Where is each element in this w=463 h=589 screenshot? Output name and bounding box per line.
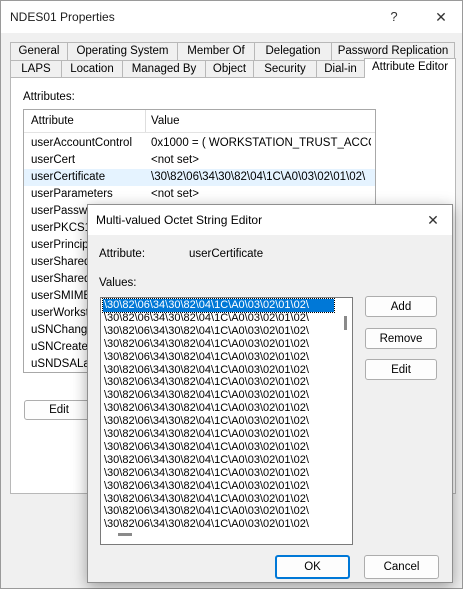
value-list-item[interactable]: \30\82\06\34\30\82\04\1C\A0\03\02\01\02\ (103, 364, 334, 377)
vertical-scrollbar[interactable] (341, 298, 351, 528)
value-list-item[interactable]: \30\82\06\34\30\82\04\1C\A0\03\02\01\02\ (103, 454, 334, 467)
tab-object[interactable]: Object (205, 60, 254, 78)
edit-button[interactable]: Edit (24, 400, 94, 420)
ok-button[interactable]: OK (275, 555, 350, 579)
tab-location[interactable]: Location (61, 60, 123, 78)
attribute-row[interactable]: userCertificate \30\82\06\34\30\82\04\1C\… (24, 169, 375, 186)
tab-attribute-editor[interactable]: Attribute Editor (364, 58, 456, 78)
value-list-item[interactable]: \30\82\06\34\30\82\04\1C\A0\03\02\01\02\ (103, 415, 334, 428)
edit-value-button[interactable]: Edit (365, 359, 437, 380)
tab-general[interactable]: General (10, 42, 68, 60)
dialog-title-bar: Multi-valued Octet String Editor ✕ (88, 205, 452, 235)
value-list-item[interactable]: \30\82\06\34\30\82\04\1C\A0\03\02\01\02\ (102, 298, 335, 313)
column-separator[interactable] (145, 110, 146, 132)
vertical-scroll-thumb[interactable] (344, 316, 347, 330)
attribute-name: userAccountControl (31, 137, 132, 149)
attribute-name: userCertificate (31, 171, 106, 183)
value-list-item[interactable]: \30\82\06\34\30\82\04\1C\A0\03\02\01\02\ (103, 402, 334, 415)
value-list-item[interactable]: \30\82\06\34\30\82\04\1C\A0\03\02\01\02\ (103, 467, 334, 480)
window-title: NDES01 Properties (10, 10, 115, 24)
tab-operating-system[interactable]: Operating System (67, 42, 178, 60)
tab-delegation[interactable]: Delegation (254, 42, 332, 60)
value-list-item[interactable]: \30\82\06\34\30\82\04\1C\A0\03\02\01\02\ (103, 493, 334, 506)
title-bar: NDES01 Properties ? ✕ (1, 1, 462, 33)
dialog-title: Multi-valued Octet String Editor (96, 213, 263, 227)
value-list-item[interactable]: \30\82\06\34\30\82\04\1C\A0\03\02\01\02\ (103, 480, 334, 493)
attribute-name: userParameters (31, 188, 113, 200)
value-list-item[interactable]: \30\82\06\34\30\82\04\1C\A0\03\02\01\02\ (103, 441, 334, 454)
attribute-row[interactable]: userParameters <not set> (24, 186, 375, 203)
attribute-value: \30\82\06\34\30\82\04\1C\A0\03\02\01\02\ (151, 171, 366, 183)
value-list-item[interactable]: \30\82\06\34\30\82\04\1C\A0\03\02\01\02\ (103, 325, 334, 338)
value-list-item[interactable]: \30\82\06\34\30\82\04\1C\A0\03\02\01\02\ (103, 338, 334, 351)
help-button[interactable]: ? (379, 3, 409, 31)
attribute-value: 0x1000 = ( WORKSTATION_TRUST_ACCOUNT ) (151, 137, 371, 149)
attribute-name: userCert (31, 154, 76, 166)
attribute-value: <not set> (151, 188, 199, 200)
attributes-list-header: Attribute Value (24, 110, 375, 133)
tab-managed-by[interactable]: Managed By (122, 60, 206, 78)
attribute-name: uSNCreated (31, 341, 95, 353)
attributes-label: Attributes: (23, 91, 75, 103)
value-list-item[interactable]: \30\82\06\34\30\82\04\1C\A0\03\02\01\02\ (103, 351, 334, 364)
attribute-value: <not set> (151, 154, 199, 166)
value-list-item[interactable]: \30\82\06\34\30\82\04\1C\A0\03\02\01\02\ (103, 428, 334, 441)
values-list[interactable]: \30\82\06\34\30\82\04\1C\A0\03\02\01\02\… (100, 297, 353, 545)
dialog-close-button[interactable]: ✕ (416, 206, 450, 234)
value-list-item[interactable]: \30\82\06\34\30\82\04\1C\A0\03\02\01\02\ (103, 376, 334, 389)
values-label: Values: (99, 277, 137, 289)
value-list-item[interactable]: \30\82\06\34\30\82\04\1C\A0\03\02\01\02\ (103, 312, 334, 325)
octet-string-editor-dialog: Multi-valued Octet String Editor ✕ Attri… (87, 204, 453, 583)
close-button[interactable]: ✕ (423, 3, 459, 31)
attribute-row[interactable]: userCert <not set> (24, 152, 375, 169)
value-list-item[interactable]: \30\82\06\34\30\82\04\1C\A0\03\02\01\02\ (103, 389, 334, 402)
cancel-button[interactable]: Cancel (364, 555, 439, 579)
attribute-label: Attribute: (99, 248, 146, 260)
value-list-item[interactable]: \30\82\06\34\30\82\04\1C\A0\03\02\01\02\ (103, 505, 334, 518)
add-button[interactable]: Add (365, 296, 437, 317)
column-header-value[interactable]: Value (151, 115, 180, 127)
column-header-attribute[interactable]: Attribute (31, 115, 74, 127)
remove-button[interactable]: Remove (365, 328, 437, 349)
attribute-name-value: userCertificate (189, 248, 264, 260)
attribute-row[interactable]: userAccountControl 0x1000 = ( WORKSTATION… (24, 135, 375, 152)
tab-laps[interactable]: LAPS (10, 60, 62, 78)
tab-security[interactable]: Security (253, 60, 317, 78)
value-list-item[interactable]: \30\82\06\34\30\82\04\1C\A0\03\02\01\02\ (103, 518, 334, 531)
horizontal-scroll-thumb[interactable] (118, 533, 132, 536)
tab-dial-in[interactable]: Dial-in (316, 60, 365, 78)
tab-member-of[interactable]: Member Of (177, 42, 255, 60)
